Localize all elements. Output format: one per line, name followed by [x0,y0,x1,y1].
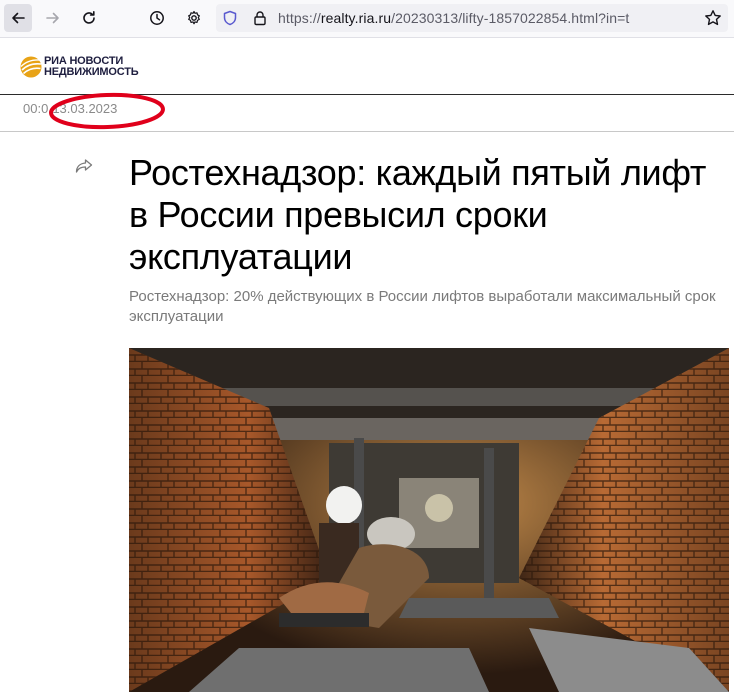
clock-icon [150,11,164,25]
lock-icon[interactable] [252,10,268,26]
article-title: Ростехнадзор: каждый пятый лифт в России… [129,152,707,277]
share-icon[interactable] [75,158,93,174]
settings-button[interactable] [180,4,208,32]
arrow-left-icon [12,12,25,24]
elevator-shaft-photo [129,348,729,692]
shield-icon[interactable] [222,10,238,26]
browser-toolbar: https://realty.ria.ru/20230313/lifty-185… [0,0,734,38]
url-host: realty.ria.ru [320,10,392,26]
logo-line-2: НЕДВИЖИМОСТЬ [44,66,139,78]
back-button[interactable] [4,4,32,32]
url-scheme: https:// [278,10,321,26]
url-bar[interactable]: https://realty.ria.ru/20230313/lifty-185… [216,4,728,32]
url-text[interactable]: https://realty.ria.ru/20230313/lifty-185… [278,10,629,26]
article-hero-image[interactable] [129,348,729,692]
url-path: /20230313/lifty-1857022854.html?in=t [391,10,630,26]
history-button[interactable] [143,4,171,32]
article-time: 00:0 [23,101,49,116]
star-icon[interactable] [704,9,722,27]
gear-icon [188,10,200,25]
reload-icon [83,11,95,24]
site-logo-text[interactable]: РИА НОВОСТИ НЕДВИЖИМОСТЬ [44,56,139,78]
dateline-divider [0,131,734,132]
reload-button[interactable] [75,4,103,32]
forward-button[interactable] [39,4,67,32]
site-header: РИА НОВОСТИ НЕДВИЖИМОСТЬ [0,38,734,94]
ria-logo-icon[interactable] [20,56,42,78]
article-subtitle: Ростехнадзор: 20% действующих в России л… [129,288,716,325]
red-annotation-ellipse [49,92,165,130]
arrow-right-icon [46,12,59,24]
